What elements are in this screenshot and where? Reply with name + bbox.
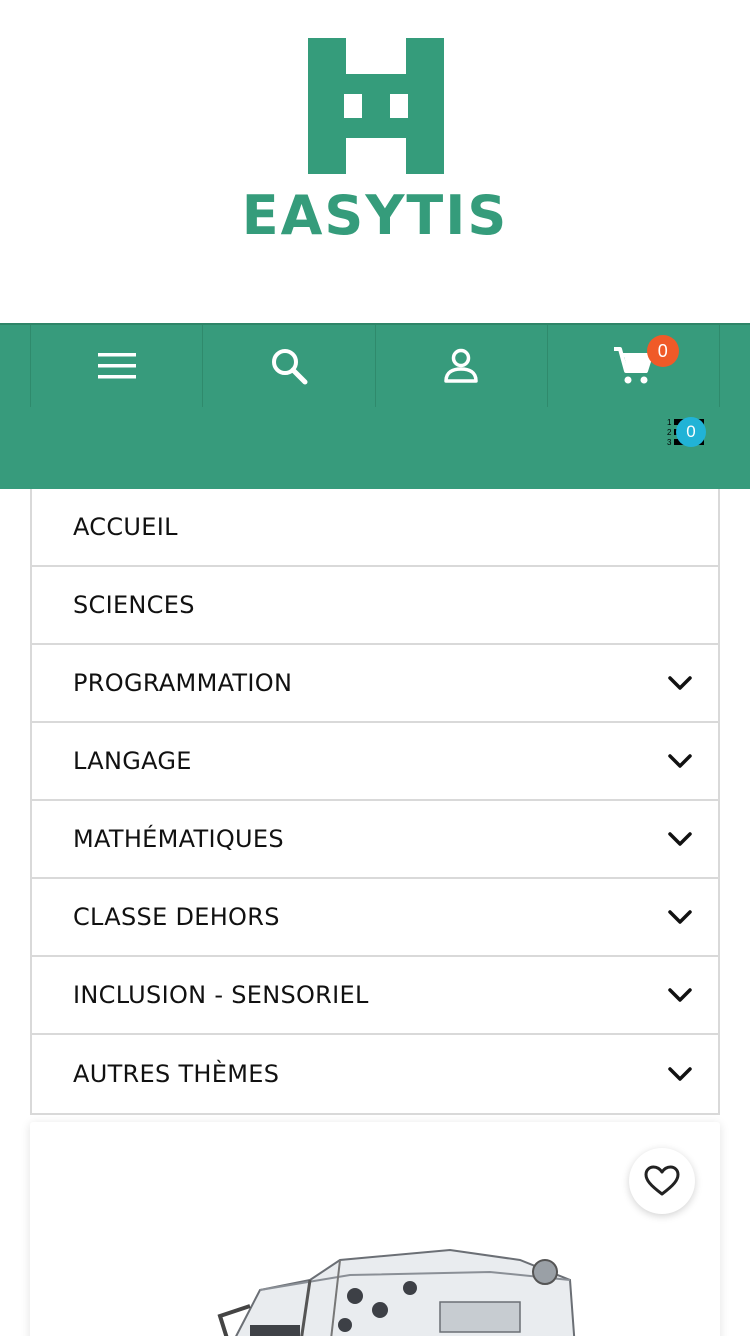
- product-card[interactable]: [30, 1122, 720, 1336]
- category-menu: ACCUEIL SCIENCES PROGRAMMATION LANGAGE M…: [30, 489, 720, 1115]
- menu-item-label: MATHÉMATIQUES: [73, 825, 284, 853]
- menu-icon: [97, 353, 136, 379]
- chevron-down-icon[interactable]: [666, 669, 694, 697]
- svg-text:1: 1: [667, 418, 672, 427]
- wishlist-button[interactable]: [629, 1148, 695, 1214]
- chevron-down-icon[interactable]: [666, 825, 694, 853]
- menu-item-label: LANGAGE: [73, 747, 192, 775]
- menu-item-sciences[interactable]: SCIENCES: [32, 567, 718, 645]
- menu-item-accueil[interactable]: ACCUEIL: [32, 489, 718, 567]
- search-button[interactable]: [202, 325, 374, 407]
- chevron-down-icon[interactable]: [666, 981, 694, 1009]
- compare-count-badge: 0: [676, 417, 706, 447]
- menu-item-label: INCLUSION - SENSORIEL: [73, 981, 369, 1009]
- svg-text:2: 2: [667, 428, 672, 437]
- product-image[interactable]: [190, 1220, 580, 1336]
- menu-item-autres-themes[interactable]: AUTRES THÈMES: [32, 1035, 718, 1113]
- menu-item-classe-dehors[interactable]: CLASSE DEHORS: [32, 879, 718, 957]
- cart-count-badge: 0: [646, 335, 679, 367]
- menu-item-inclusion-sensoriel[interactable]: INCLUSION - SENSORIEL: [32, 957, 718, 1035]
- menu-item-langage[interactable]: LANGAGE: [32, 723, 718, 801]
- cart-button[interactable]: 0: [546, 325, 720, 407]
- menu-item-label: SCIENCES: [73, 591, 195, 619]
- svg-text:3: 3: [667, 438, 672, 447]
- menu-item-programmation[interactable]: PROGRAMMATION: [32, 645, 718, 723]
- header-bar: 0 1 2 3 0: [0, 323, 750, 489]
- search-icon: [271, 349, 308, 385]
- menu-item-mathematiques[interactable]: MATHÉMATIQUES: [32, 801, 718, 879]
- account-button[interactable]: [374, 325, 547, 407]
- menu-item-label: PROGRAMMATION: [73, 669, 293, 697]
- chevron-down-icon[interactable]: [666, 747, 694, 775]
- menu-item-label: ACCUEIL: [73, 513, 178, 541]
- chevron-down-icon[interactable]: [666, 903, 694, 931]
- menu-toggle-button[interactable]: [30, 325, 202, 407]
- logo-wordmark: EASYTIS: [241, 184, 509, 247]
- menu-item-label: CLASSE DEHORS: [73, 903, 280, 931]
- heart-icon: [644, 1165, 680, 1196]
- menu-item-label: AUTRES THÈMES: [73, 1060, 280, 1088]
- logo-mark-icon: [308, 38, 444, 174]
- chevron-down-icon[interactable]: [666, 1060, 694, 1088]
- site-logo[interactable]: EASYTIS: [0, 0, 750, 323]
- account-icon: [444, 348, 478, 383]
